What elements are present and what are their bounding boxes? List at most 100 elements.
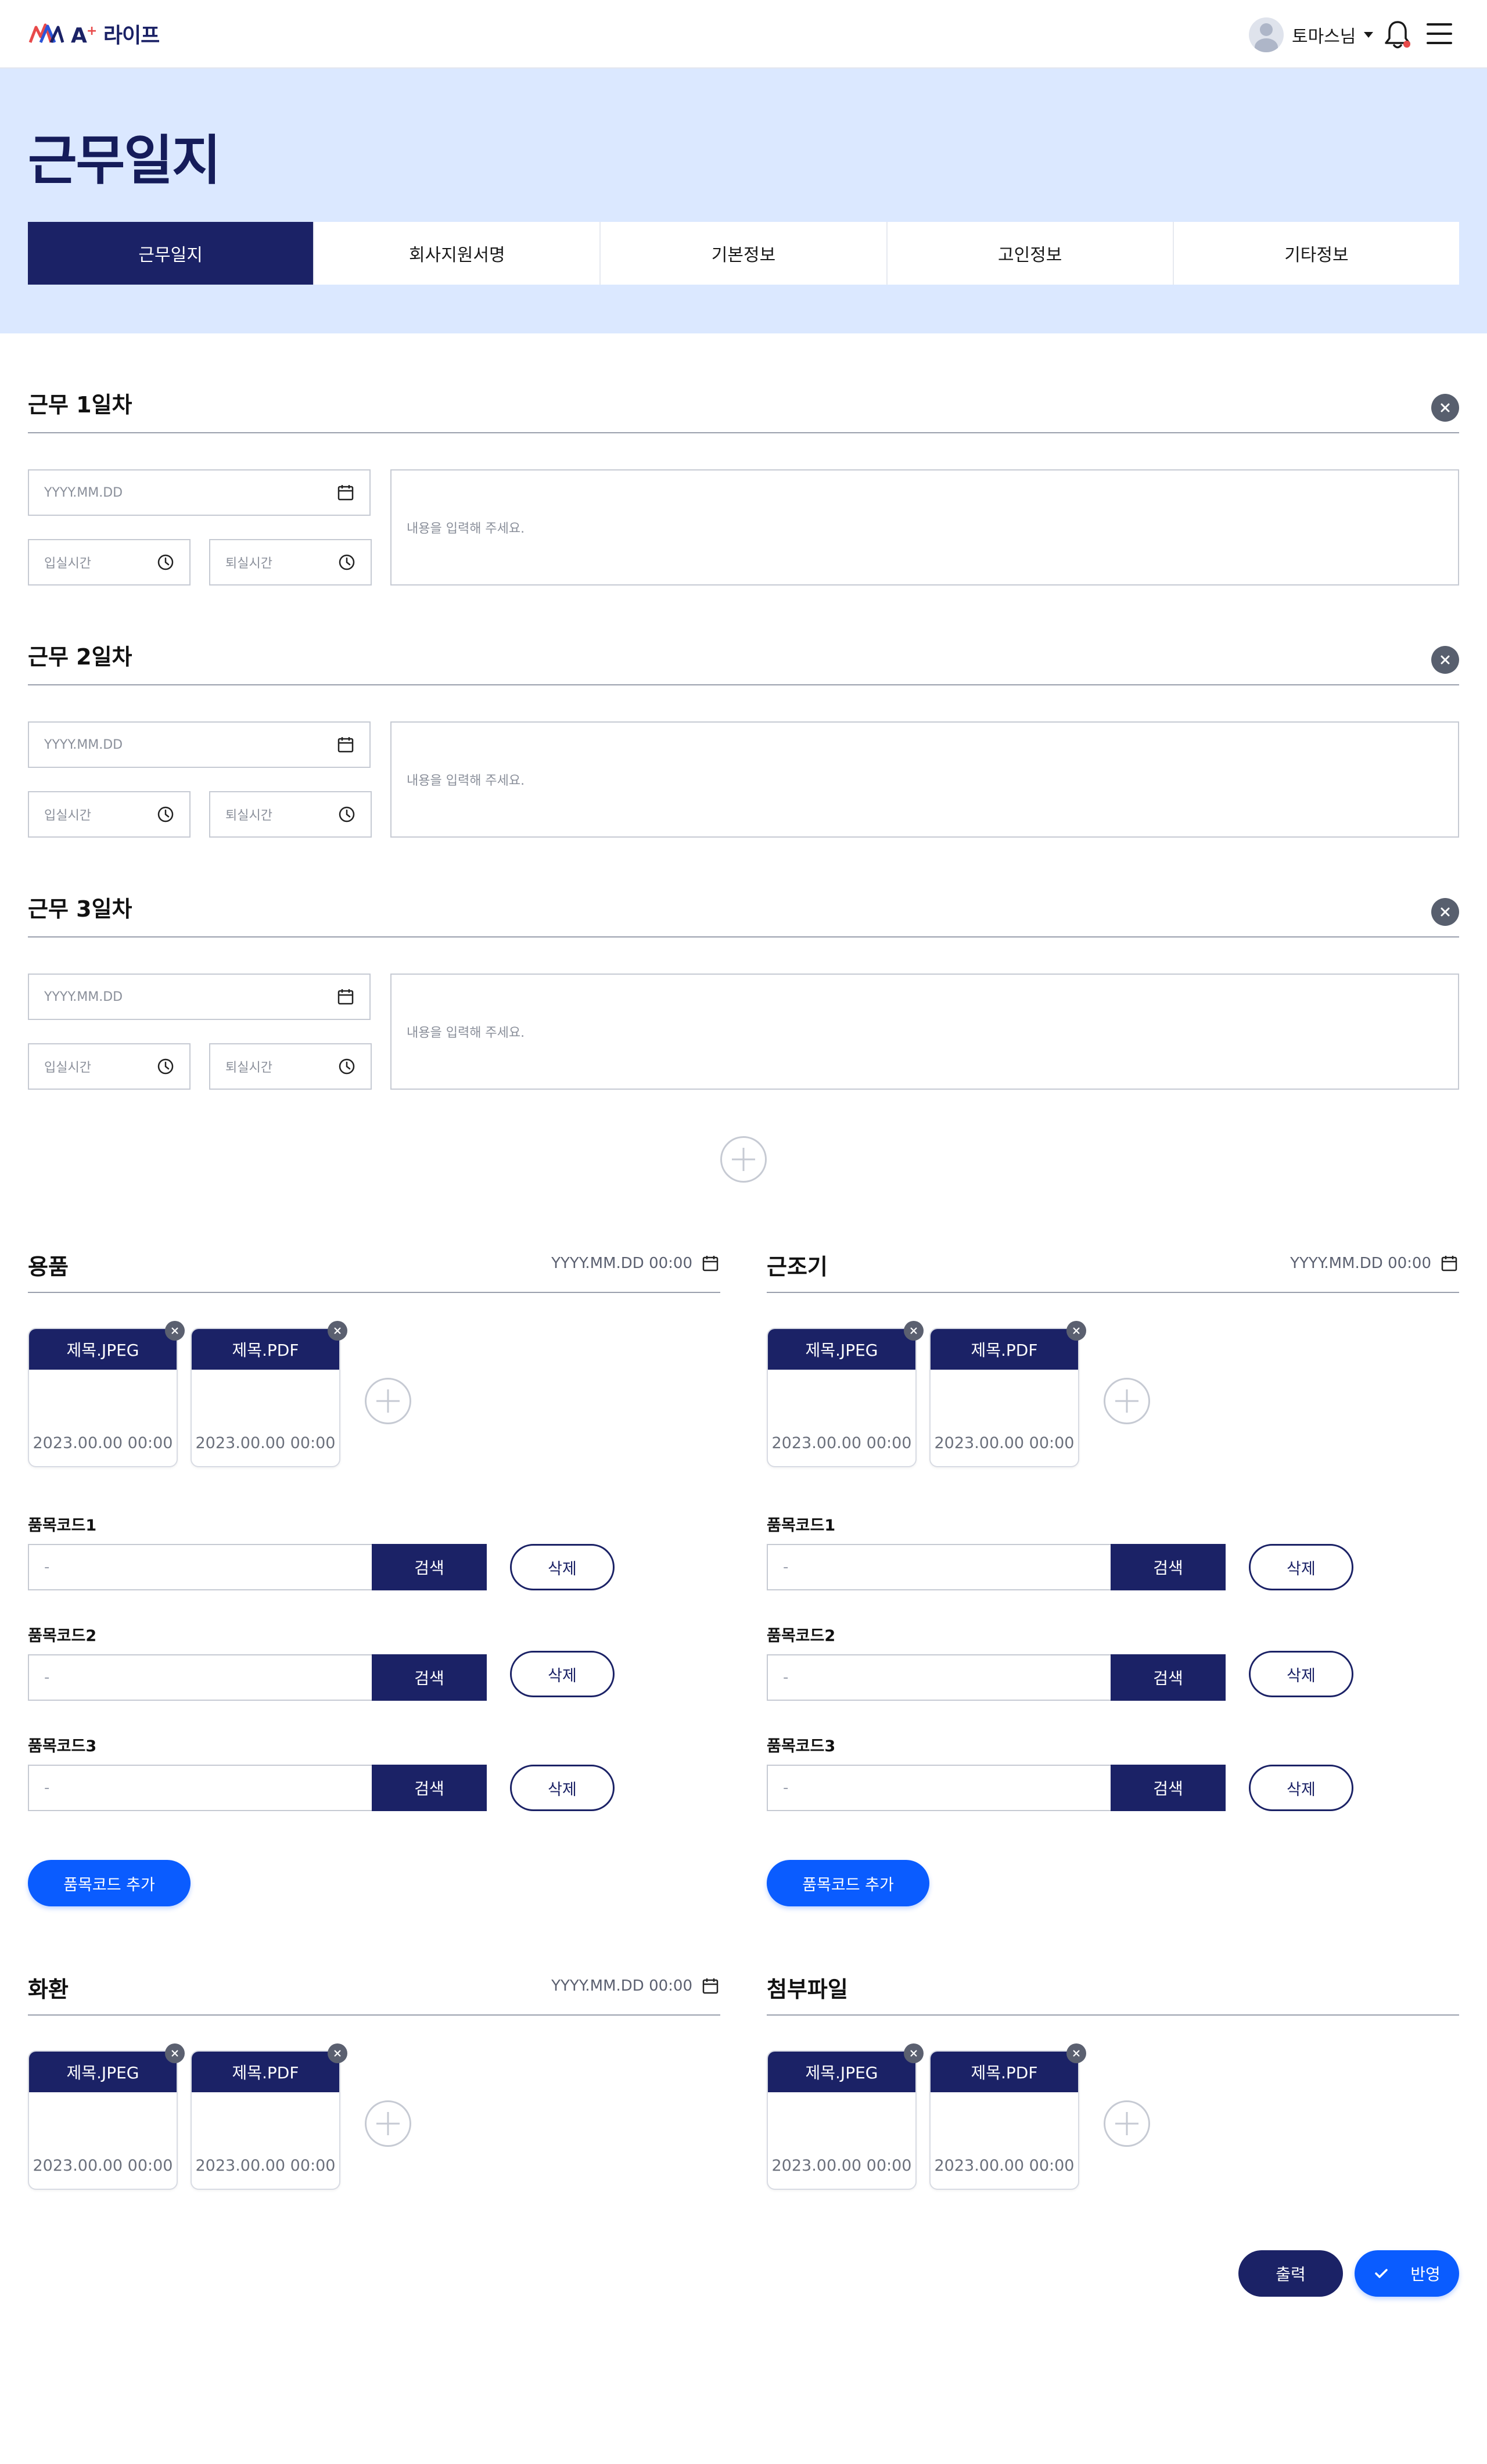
remove-file-button[interactable] bbox=[904, 1321, 924, 1341]
panel-title: 근조기 bbox=[767, 1254, 828, 1280]
panel-title: 첨부파일 bbox=[767, 1977, 848, 2002]
tab-basic-info[interactable]: 기본정보 bbox=[601, 222, 888, 285]
close-icon bbox=[1073, 1327, 1080, 1334]
memo-textarea[interactable]: 내용을 입력해 주세요. bbox=[390, 974, 1459, 1090]
date-field[interactable]: YYYY.MM.DD bbox=[28, 721, 371, 768]
add-item-code-button[interactable]: 품목코드 추가 bbox=[28, 1860, 191, 1906]
add-file-button[interactable] bbox=[365, 1378, 411, 1424]
delete-button[interactable]: 삭제 bbox=[510, 1544, 615, 1590]
add-day-button[interactable] bbox=[720, 1136, 767, 1183]
remove-day-button[interactable] bbox=[1431, 646, 1459, 674]
file-name: 제목.JPEG bbox=[768, 2052, 915, 2092]
file-card[interactable]: 제목.JPEG 2023.00.00 00:00 bbox=[767, 1321, 924, 1467]
tab-company-support-sign[interactable]: 회사지원서명 bbox=[314, 222, 601, 285]
memo-textarea[interactable]: 내용을 입력해 주세요. bbox=[390, 721, 1459, 838]
item-code-input[interactable]: - bbox=[767, 1765, 1111, 1811]
hamburger-menu-icon[interactable] bbox=[1427, 23, 1452, 44]
file-card[interactable]: 제목.PDF 2023.00.00 00:00 bbox=[191, 2043, 347, 2190]
apply-button[interactable]: 반영 bbox=[1355, 2250, 1459, 2297]
tab-other-info[interactable]: 기타정보 bbox=[1174, 222, 1459, 285]
add-item-code-button[interactable]: 품목코드 추가 bbox=[767, 1860, 929, 1906]
divider bbox=[28, 432, 1459, 433]
check-icon bbox=[1375, 2269, 1388, 2278]
file-name: 제목.PDF bbox=[931, 2052, 1078, 2092]
check-out-time-field[interactable]: 퇴실시간 bbox=[209, 539, 372, 586]
file-name: 제목.JPEG bbox=[768, 1329, 915, 1370]
add-file-button[interactable] bbox=[1104, 2100, 1150, 2147]
delete-button[interactable]: 삭제 bbox=[510, 1651, 615, 1697]
delete-button[interactable]: 삭제 bbox=[1249, 1544, 1353, 1590]
remove-file-button[interactable] bbox=[165, 1321, 185, 1341]
search-button[interactable]: 검색 bbox=[1111, 1654, 1226, 1701]
add-file-button[interactable] bbox=[365, 2100, 411, 2147]
print-button[interactable]: 출력 bbox=[1238, 2250, 1343, 2297]
day-section-3: 근무 3일차 YYYY.MM.DD 입실시간 퇴실시간 내용을 입력해 주세요. bbox=[28, 891, 1459, 1112]
item-code-input[interactable]: - bbox=[767, 1544, 1111, 1590]
check-out-placeholder: 퇴실시간 bbox=[225, 809, 272, 823]
remove-day-button[interactable] bbox=[1431, 898, 1459, 926]
search-button[interactable]: 검색 bbox=[372, 1765, 487, 1811]
file-card[interactable]: 제목.PDF 2023.00.00 00:00 bbox=[929, 1321, 1086, 1467]
apply-label: 반영 bbox=[1410, 2265, 1441, 2284]
item-code-input[interactable]: - bbox=[28, 1544, 372, 1590]
calendar-icon bbox=[702, 1978, 719, 1994]
divider bbox=[767, 2014, 1459, 2016]
search-button[interactable]: 검색 bbox=[372, 1654, 487, 1701]
remove-day-button[interactable] bbox=[1431, 394, 1459, 422]
check-in-time-field[interactable]: 입실시간 bbox=[28, 791, 191, 838]
panel-date-picker[interactable]: YYYY.MM.DD 00:00 bbox=[551, 1253, 720, 1273]
memo-placeholder: 내용을 입력해 주세요. bbox=[407, 774, 525, 788]
delete-button[interactable]: 삭제 bbox=[1249, 1651, 1353, 1697]
check-in-time-field[interactable]: 입실시간 bbox=[28, 539, 191, 586]
file-card[interactable]: 제목.JPEG 2023.00.00 00:00 bbox=[767, 2043, 924, 2190]
tab-deceased-info[interactable]: 고인정보 bbox=[888, 222, 1174, 285]
memo-textarea[interactable]: 내용을 입력해 주세요. bbox=[390, 469, 1459, 586]
panel-date-picker[interactable]: YYYY.MM.DD 00:00 bbox=[1290, 1253, 1459, 1273]
tab-work-log[interactable]: 근무일지 bbox=[28, 222, 315, 285]
remove-file-button[interactable] bbox=[1066, 2043, 1086, 2063]
attachments-panel: 첨부파일 제목.JPEG 2023.00.00 00:00 제목.PDF 202… bbox=[767, 1971, 1459, 2204]
search-button[interactable]: 검색 bbox=[372, 1544, 487, 1590]
remove-file-button[interactable] bbox=[328, 2043, 347, 2063]
close-icon bbox=[1441, 403, 1450, 412]
check-out-time-field[interactable]: 퇴실시간 bbox=[209, 1043, 372, 1090]
bell-icon[interactable] bbox=[1382, 19, 1413, 51]
file-date: 2023.00.00 00:00 bbox=[195, 1434, 336, 1452]
user-menu[interactable]: 토마스님 bbox=[1249, 17, 1374, 52]
divider bbox=[28, 2014, 720, 2016]
file-card[interactable]: 제목.JPEG 2023.00.00 00:00 bbox=[28, 2043, 185, 2190]
remove-file-button[interactable] bbox=[904, 2043, 924, 2063]
date-placeholder: YYYY.MM.DD bbox=[44, 989, 123, 1004]
delete-button[interactable]: 삭제 bbox=[510, 1765, 615, 1811]
add-file-button[interactable] bbox=[1104, 1378, 1150, 1424]
item-code-input[interactable]: - bbox=[767, 1654, 1111, 1701]
panel-date-picker[interactable]: YYYY.MM.DD 00:00 bbox=[551, 1976, 720, 1996]
date-field[interactable]: YYYY.MM.DD bbox=[28, 974, 371, 1020]
file-name: 제목.PDF bbox=[192, 2052, 339, 2092]
close-icon bbox=[1441, 655, 1450, 665]
check-in-time-field[interactable]: 입실시간 bbox=[28, 1043, 191, 1090]
file-card[interactable]: 제목.PDF 2023.00.00 00:00 bbox=[929, 2043, 1086, 2190]
day-section-2: 근무 2일차 YYYY.MM.DD 입실시간 퇴실시간 내용을 입력해 주세요. bbox=[28, 639, 1459, 860]
remove-file-button[interactable] bbox=[328, 1321, 347, 1341]
search-button[interactable]: 검색 bbox=[1111, 1765, 1226, 1811]
file-name: 제목.JPEG bbox=[29, 1329, 177, 1370]
check-out-time-field[interactable]: 퇴실시간 bbox=[209, 791, 372, 838]
file-card[interactable]: 제목.PDF 2023.00.00 00:00 bbox=[191, 1321, 347, 1467]
date-field[interactable]: YYYY.MM.DD bbox=[28, 469, 371, 516]
check-in-placeholder: 입실시간 bbox=[44, 809, 91, 823]
delete-button[interactable]: 삭제 bbox=[1249, 1765, 1353, 1811]
item-code-input[interactable]: - bbox=[28, 1654, 372, 1701]
remove-file-button[interactable] bbox=[1066, 1321, 1086, 1341]
search-button[interactable]: 검색 bbox=[1111, 1544, 1226, 1590]
remove-file-button[interactable] bbox=[165, 2043, 185, 2063]
file-card[interactable]: 제목.JPEG 2023.00.00 00:00 bbox=[28, 1321, 185, 1467]
calendar-icon bbox=[1441, 1256, 1457, 1271]
panel-date-text: YYYY.MM.DD 00:00 bbox=[551, 1977, 692, 1995]
item-code-input[interactable]: - bbox=[28, 1765, 372, 1811]
user-name: 토마스님 bbox=[1292, 27, 1356, 47]
logo[interactable]: A+ 라이프 bbox=[28, 17, 160, 50]
panel-date-text: YYYY.MM.DD 00:00 bbox=[551, 1255, 692, 1272]
file-name: 제목.PDF bbox=[192, 1329, 339, 1370]
divider bbox=[767, 1292, 1459, 1293]
